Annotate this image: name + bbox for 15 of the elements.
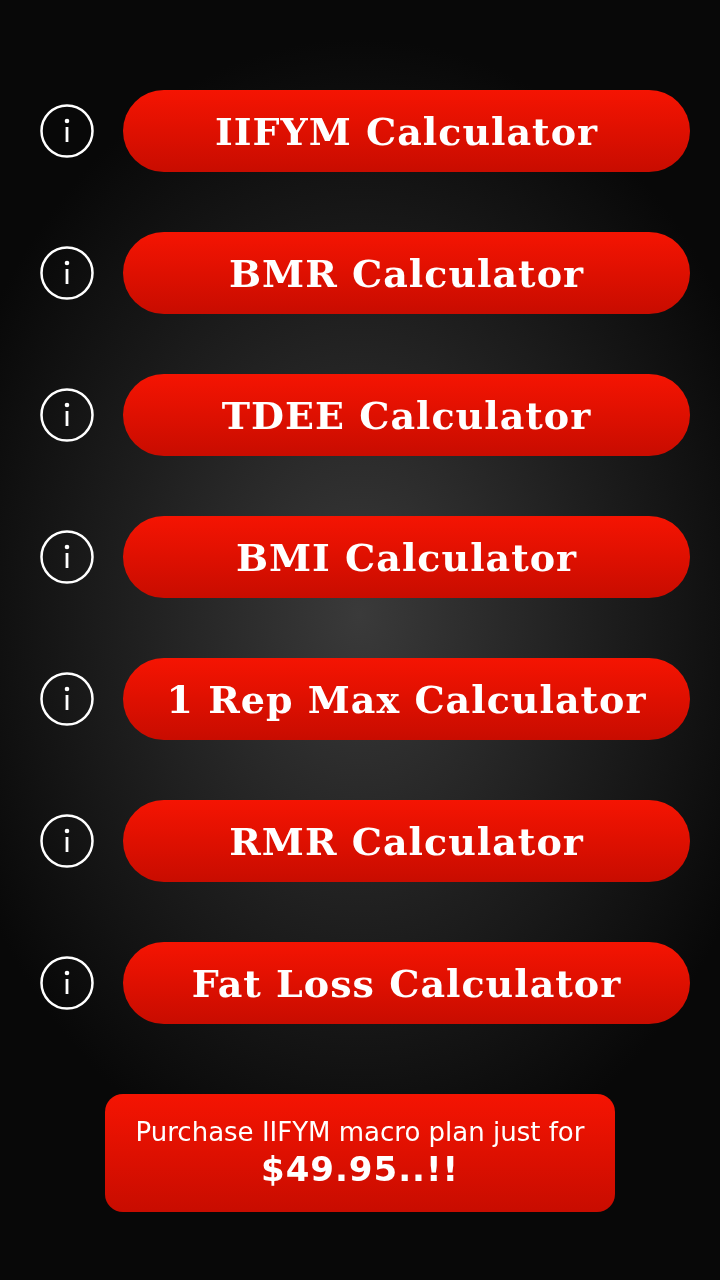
info-icon[interactable]: [40, 530, 94, 584]
calculator-button[interactable]: BMR Calculator: [123, 232, 690, 314]
calculator-button[interactable]: RMR Calculator: [123, 800, 690, 882]
info-icon[interactable]: [40, 956, 94, 1010]
info-icon[interactable]: [40, 388, 94, 442]
info-icon[interactable]: [40, 246, 94, 300]
calculator-button[interactable]: 1 Rep Max Calculator: [123, 658, 690, 740]
info-icon[interactable]: [40, 104, 94, 158]
calculator-button[interactable]: TDEE Calculator: [123, 374, 690, 456]
calculator-button[interactable]: BMI Calculator: [123, 516, 690, 598]
calculator-button[interactable]: IIFYM Calculator: [123, 90, 690, 172]
info-icon[interactable]: [40, 814, 94, 868]
calculator-button[interactable]: Fat Loss Calculator: [123, 942, 690, 1024]
info-icon[interactable]: [40, 672, 94, 726]
purchase-button[interactable]: Purchase IIFYM macro plan just for $49.95..!!: [105, 1094, 615, 1212]
